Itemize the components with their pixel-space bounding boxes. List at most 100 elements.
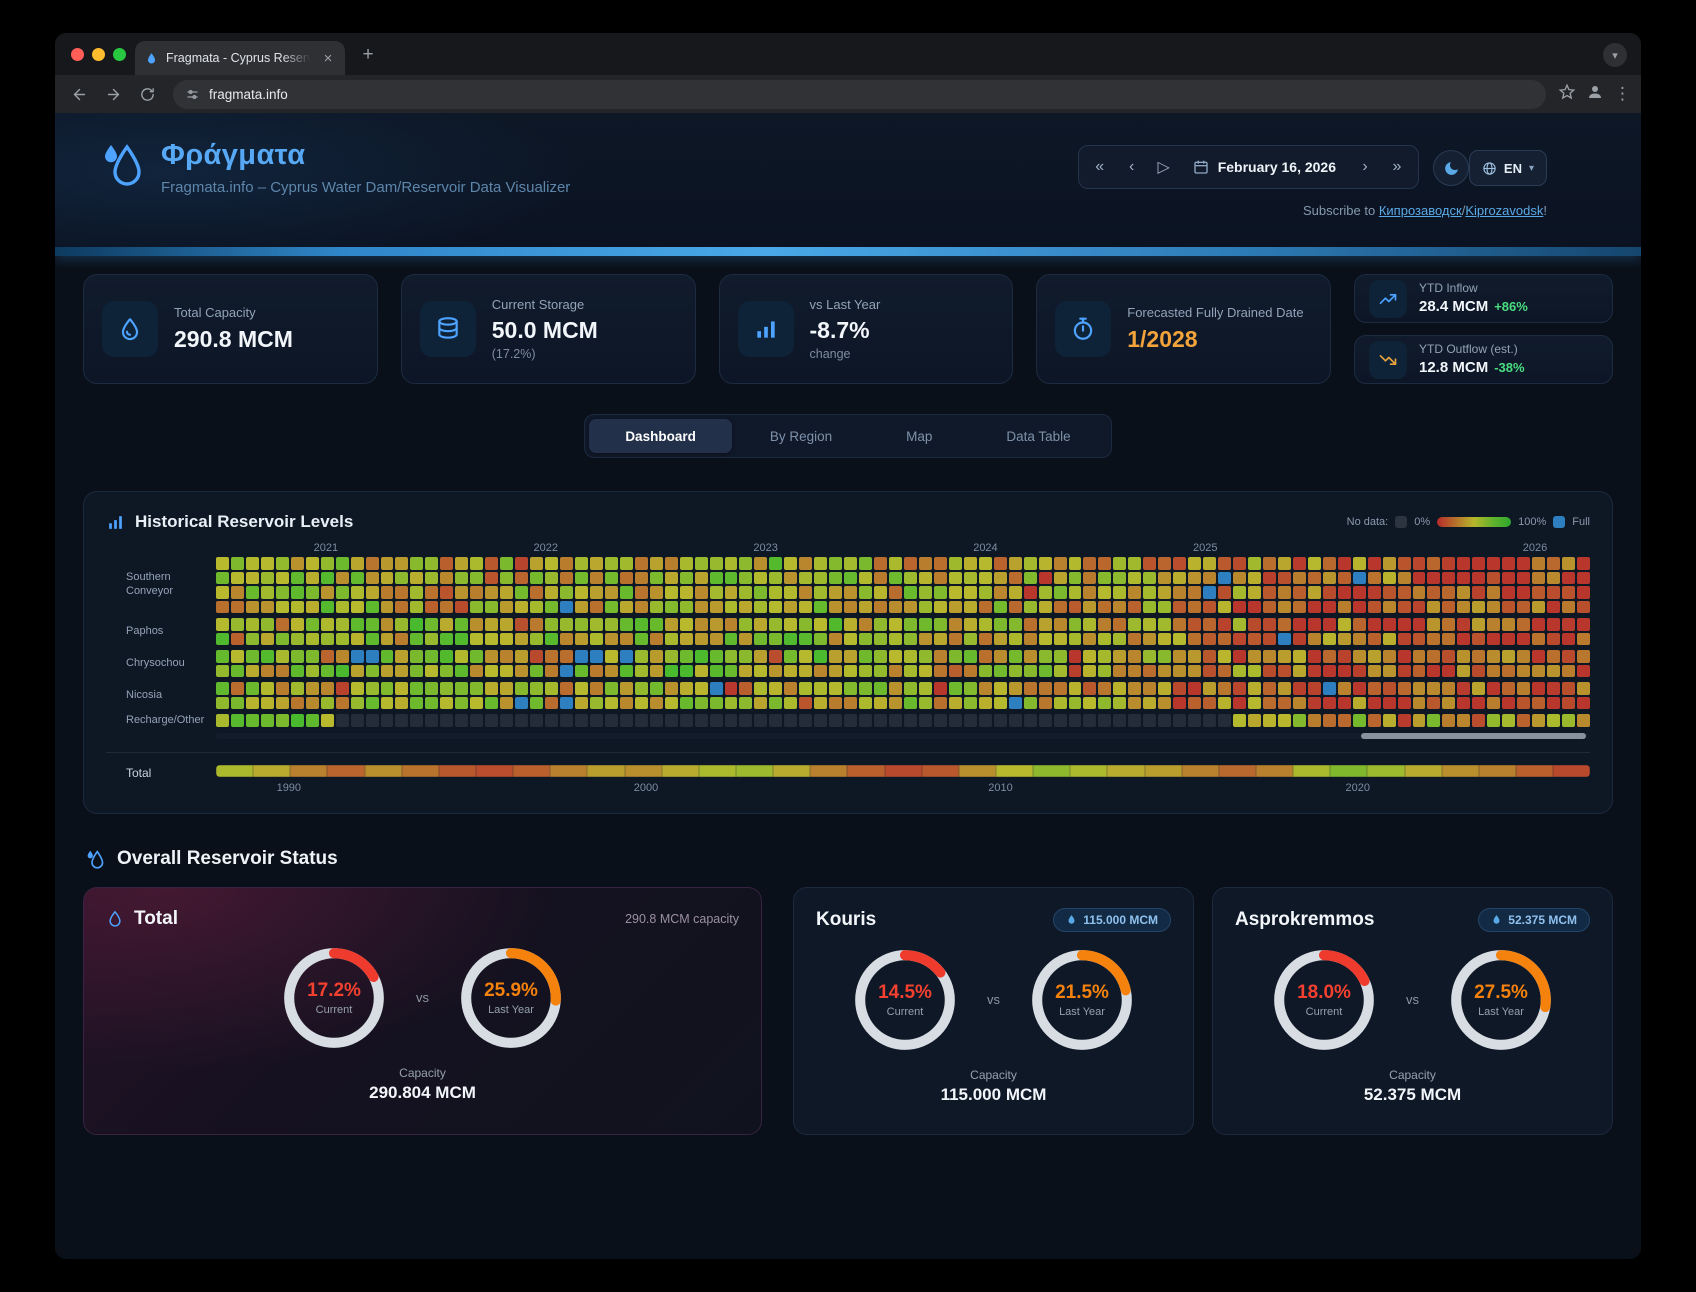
year-label: 2021: [314, 542, 338, 554]
heatmap-cell: [261, 665, 274, 678]
heatmap-cell: [769, 557, 782, 570]
gauge-value: 21.5%: [1055, 982, 1109, 1004]
heatmap-cell: [1128, 633, 1141, 646]
tab-data-table[interactable]: Data Table: [970, 419, 1106, 453]
heatmap-cell: [276, 650, 289, 663]
heatmap-cell: [515, 586, 528, 599]
heatmap-cell: [1203, 618, 1216, 631]
heatmap-cell: [1413, 601, 1426, 614]
heatmap-scrollbar[interactable]: [216, 733, 1590, 739]
minimize-window-button[interactable]: [92, 48, 105, 61]
heatmap-cell: [485, 650, 498, 663]
heatmap-cell: [1188, 682, 1201, 695]
heatmap-row-label: Paphos: [106, 618, 216, 645]
total-strip-segment: [290, 765, 327, 777]
heatmap-cell: [440, 557, 453, 570]
first-date-button[interactable]: «: [1085, 151, 1115, 183]
last-date-button[interactable]: »: [1382, 151, 1412, 183]
prev-date-button[interactable]: ‹: [1117, 151, 1147, 183]
heatmap-cell: [291, 633, 304, 646]
new-tab-button[interactable]: +: [355, 42, 381, 68]
heatmap-cell: [934, 572, 947, 585]
heatmap-cell: [276, 633, 289, 646]
heatmap-cell: [1128, 572, 1141, 585]
language-selector[interactable]: EN ▾: [1469, 150, 1547, 186]
heatmap-cell: [231, 633, 244, 646]
heatmap-cell: [949, 618, 962, 631]
heatmap-cell: [1338, 714, 1351, 727]
heatmap-cell: [1054, 633, 1067, 646]
browser-menu-icon[interactable]: ⋮: [1614, 84, 1631, 104]
heatmap-cell: [769, 697, 782, 710]
heatmap-cell: [425, 650, 438, 663]
heatmap-cell: [889, 714, 902, 727]
heatmap-cell: [395, 665, 408, 678]
profile-avatar-icon[interactable]: [1586, 83, 1604, 106]
heatmap-cell: [1338, 586, 1351, 599]
heatmap-cell: [1502, 633, 1515, 646]
reservoir-name: Kouris: [816, 909, 876, 931]
heatmap-cell: [994, 618, 1007, 631]
theme-toggle-button[interactable]: [1433, 150, 1469, 186]
heatmap-cell: [1293, 714, 1306, 727]
heatmap-cell: [351, 633, 364, 646]
url-bar[interactable]: fragmata.info: [173, 80, 1546, 109]
heatmap-cell: [470, 618, 483, 631]
heatmap-cell: [1487, 557, 1500, 570]
heatmap-cell: [859, 633, 872, 646]
maximize-window-button[interactable]: [113, 48, 126, 61]
play-button[interactable]: ▷: [1149, 151, 1179, 183]
heatmap-cell: [710, 618, 723, 631]
browser-tab[interactable]: Fragmata - Cyprus Reservoir ×: [135, 41, 345, 75]
heatmap-cell: [1113, 586, 1126, 599]
total-strip-segment: [699, 765, 736, 777]
heatmap-cell: [1039, 601, 1052, 614]
heatmap-cell: [425, 633, 438, 646]
close-window-button[interactable]: [71, 48, 84, 61]
forward-button[interactable]: [99, 80, 127, 108]
bookmark-star-icon[interactable]: [1558, 83, 1576, 106]
next-date-button[interactable]: ›: [1350, 151, 1380, 183]
heatmap-cell: [515, 557, 528, 570]
heatmap-cell: [590, 682, 603, 695]
heatmap-cell: [455, 633, 468, 646]
heatmap-cell: [754, 618, 767, 631]
tab-by-region[interactable]: By Region: [734, 419, 868, 453]
heatmap-scrollbar-thumb[interactable]: [1361, 733, 1586, 739]
heatmap-cell: [1293, 618, 1306, 631]
historical-levels-panel: Historical Reservoir Levels No data: 0% …: [83, 491, 1613, 814]
heatmap-cell: [650, 572, 663, 585]
reload-button[interactable]: [133, 80, 161, 108]
reservoir-cards-row: Total 290.8 MCM capacity 17.2%Current vs…: [83, 887, 1613, 1135]
heatmap-cell: [485, 633, 498, 646]
tab-close-icon[interactable]: ×: [319, 49, 337, 67]
tab-map[interactable]: Map: [870, 419, 968, 453]
heatmap-cell: [1143, 586, 1156, 599]
heatmap-cell: [575, 682, 588, 695]
heatmap-cell: [1323, 650, 1336, 663]
back-button[interactable]: [65, 80, 93, 108]
tab-dashboard[interactable]: Dashboard: [589, 419, 732, 453]
reservoir-name: Total: [134, 908, 178, 930]
heatmap-cell: [455, 618, 468, 631]
year-label: 2026: [1523, 542, 1547, 554]
heatmap-cell: [1457, 650, 1470, 663]
url-text[interactable]: fragmata.info: [209, 87, 288, 102]
heatmap-cell: [919, 618, 932, 631]
heatmap-cell: [306, 682, 319, 695]
heatmap-cell: [1188, 618, 1201, 631]
heatmap-cell: [620, 633, 633, 646]
heatmap-cell: [949, 697, 962, 710]
heatmap-cell: [680, 650, 693, 663]
subscribe-link-cyrillic[interactable]: Кипрозаводск: [1379, 203, 1462, 218]
site-settings-icon[interactable]: [185, 87, 200, 102]
heatmap-cell: [799, 557, 812, 570]
tab-search-chevron-icon[interactable]: ▾: [1603, 43, 1627, 67]
heatmap-cell: [1502, 618, 1515, 631]
heatmap-cell: [395, 714, 408, 727]
heatmap-cell: [500, 618, 513, 631]
date-picker[interactable]: February 16, 2026: [1181, 159, 1348, 175]
subscribe-link-latin[interactable]: Kiprozavodsk: [1465, 203, 1543, 218]
heatmap-cell: [381, 697, 394, 710]
legend-full-label: Full: [1572, 516, 1590, 528]
